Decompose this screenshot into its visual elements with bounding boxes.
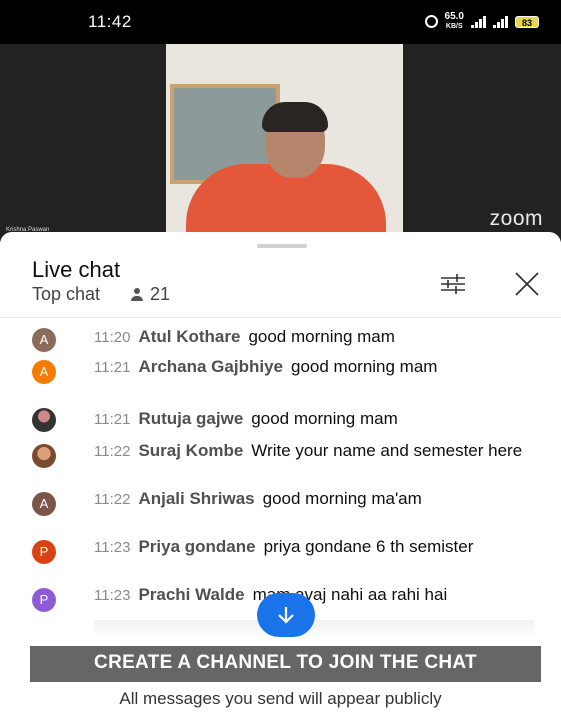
message-body: priya gondane 6 th semister [263,537,474,556]
message-text: 11:22 Anjali Shriwas good morning ma'am [94,488,534,511]
scroll-to-bottom-button[interactable] [257,593,315,637]
arrow-down-icon [278,607,294,624]
avatar[interactable]: A [32,492,56,516]
message-time: 11:20 [94,329,131,346]
partially-hidden-message [94,620,534,636]
message-time: 11:21 [94,359,131,376]
alarm-icon [424,15,438,28]
chat-message-list[interactable]: A 11:20 Atul Kothare good morning mam A 11… [0,318,561,636]
drag-handle[interactable] [257,244,307,248]
message-author[interactable]: Prachi Walde [138,585,244,604]
message-text: 11:21 Rutuja gajwe good morning mam [94,408,534,431]
live-chat-panel: Live chat Top chat 21 A 11:20 Atul Kothar… [0,232,561,720]
viewer-count: 21 [150,284,171,304]
video-frame [166,44,403,242]
message-text: 11:20 Atul Kothare good morning mam [94,326,534,349]
presenter-hair [262,102,328,132]
avatar[interactable]: P [32,588,56,612]
message-author[interactable]: Atul Kothare [138,327,240,346]
avatar[interactable]: A [32,328,56,352]
create-channel-button[interactable]: CREATE A CHANNEL TO JOIN THE CHAT [30,646,541,682]
signal-icon-2 [493,15,508,28]
zoom-watermark: zoom [489,207,543,230]
message-time: 11:23 [94,539,131,556]
message-author[interactable]: Anjali Shriwas [138,489,254,508]
message-text: 11:22 Suraj Kombe Write your name and seme… [94,440,534,463]
message-author[interactable]: Rutuja gajwe [138,409,243,428]
chat-mode-selector[interactable]: Top chat 21 [32,284,170,305]
message-body: good morning ma'am [262,489,422,508]
message-time: 11:21 [94,411,131,428]
message-text: 11:21 Archana Gajbhiye good morning mam [94,356,534,379]
chat-mode-label: Top chat [32,284,101,304]
message-body: good morning mam [251,409,398,428]
message-body: good morning mam [291,357,438,376]
message-author[interactable]: Priya gondane [138,537,255,556]
message-author[interactable]: Archana Gajbhiye [138,357,283,376]
message-text: 11:23 Priya gondane priya gondane 6 th sem… [94,536,534,559]
battery-icon: 83 [515,15,539,28]
message-time: 11:23 [94,587,131,604]
avatar[interactable] [32,408,56,432]
clock: 11:42 [88,12,132,31]
panel-title: Live chat [32,257,121,282]
message-body: Write your name and semester here [251,441,523,460]
status-bar: 11:42 65.0 KB/S 83 [0,0,561,44]
avatar[interactable]: A [32,360,56,384]
system-icons: 65.0 KB/S 83 [424,11,539,31]
message-time: 11:22 [94,491,131,508]
create-channel-label: CREATE A CHANNEL TO JOIN THE CHAT [94,652,477,673]
avatar[interactable]: P [32,540,56,564]
network-speed: 65.0 KB/S [444,11,464,31]
message-text: 11:23 Prachi Walde mam avaj nahi aa rahi h… [94,584,534,607]
message-time: 11:22 [94,443,131,460]
filter-icon[interactable] [439,272,467,296]
close-icon[interactable] [511,268,543,300]
message-author[interactable]: Suraj Kombe [138,441,243,460]
message-body: good morning mam [248,327,395,346]
video-player[interactable]: Krishna Paswan zoom [0,44,561,242]
public-messages-note: All messages you send will appear public… [119,689,442,708]
avatar[interactable] [32,444,56,468]
signal-icon [471,15,486,28]
viewers-icon [130,287,144,302]
